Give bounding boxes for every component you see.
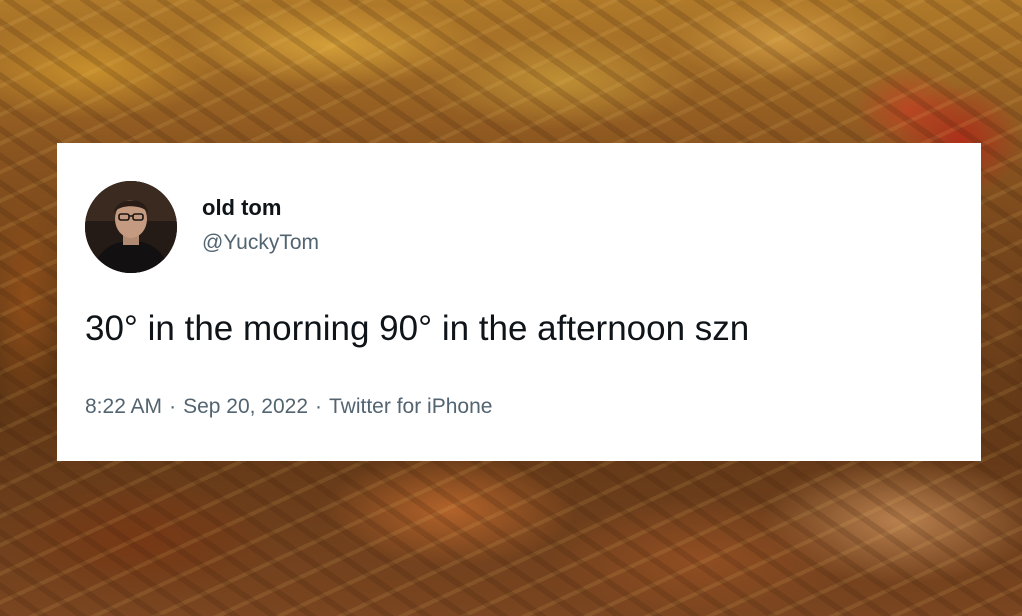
tweet-source[interactable]: Twitter for iPhone bbox=[329, 395, 492, 418]
tweet-metadata: 8:22 AM · Sep 20, 2022 · Twitter for iPhone bbox=[85, 395, 492, 419]
tweet-text: 30° in the morning 90° in the afternoon … bbox=[85, 309, 750, 348]
meta-separator: · bbox=[169, 395, 177, 418]
tweet-time[interactable]: 8:22 AM bbox=[85, 395, 162, 418]
avatar-photo-icon bbox=[85, 181, 177, 273]
tweet-card: old tom @YuckyTom 30° in the morning 90°… bbox=[57, 143, 981, 461]
tweet-date[interactable]: Sep 20, 2022 bbox=[183, 395, 308, 418]
meta-separator: · bbox=[315, 395, 323, 418]
avatar[interactable] bbox=[85, 181, 177, 273]
display-name[interactable]: old tom bbox=[202, 195, 281, 221]
user-handle[interactable]: @YuckyTom bbox=[202, 231, 319, 255]
